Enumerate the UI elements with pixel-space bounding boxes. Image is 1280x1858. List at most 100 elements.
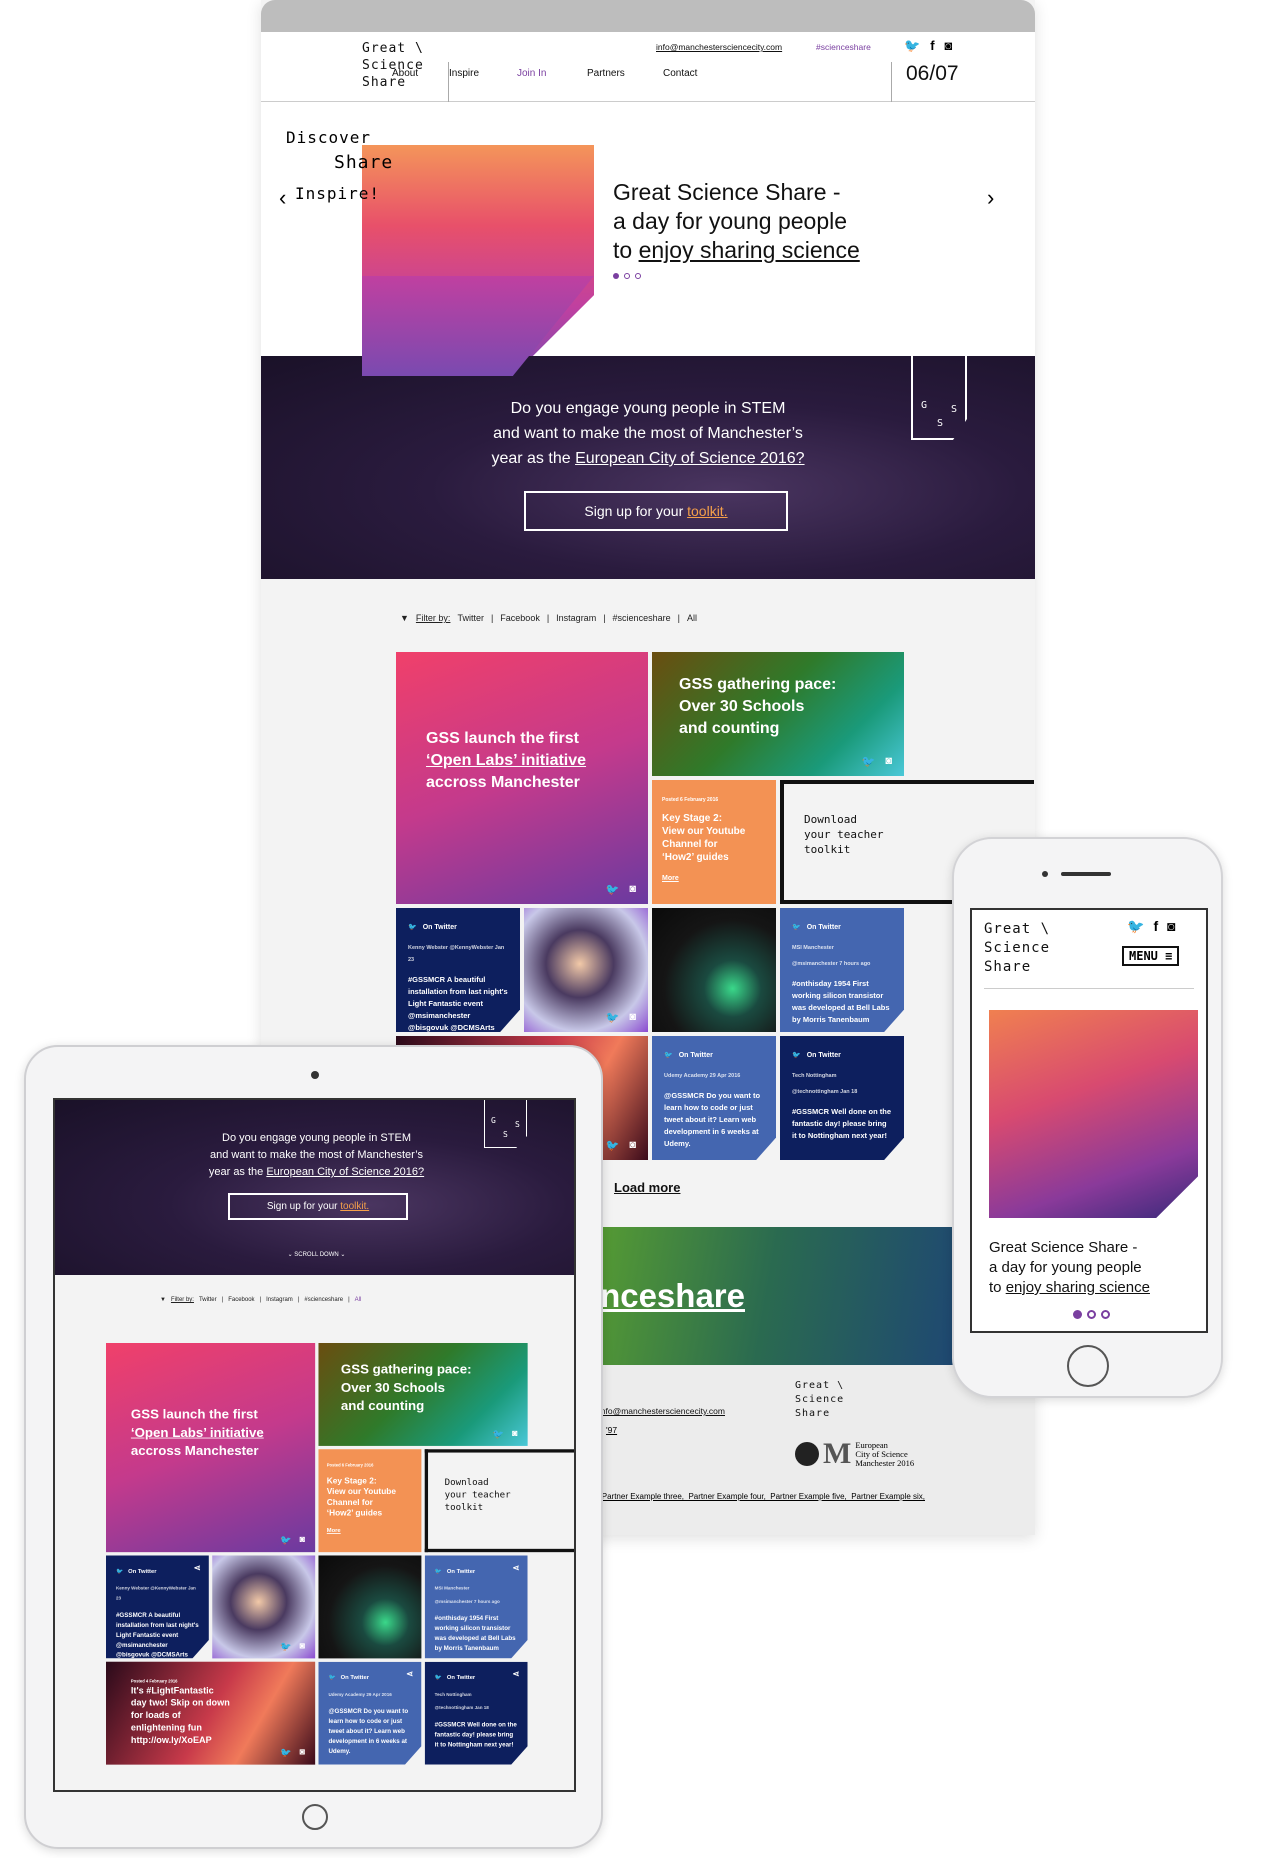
filter-all[interactable]: All bbox=[355, 1297, 362, 1303]
twitter-icon[interactable]: 🐦 bbox=[280, 1641, 291, 1652]
carousel-dot[interactable] bbox=[1087, 1310, 1096, 1319]
tablet-home-button[interactable] bbox=[302, 1804, 328, 1830]
tile-photo[interactable]: 🐦 ◙ bbox=[212, 1555, 316, 1659]
hero-title-link[interactable]: enjoy sharing science bbox=[639, 237, 860, 263]
tile-photo[interactable]: GSS gathering pace: Over 30 Schools and co… bbox=[652, 652, 904, 776]
tile-title-line: GSS gathering pace: bbox=[340, 1362, 472, 1378]
twitter-icon[interactable]: 🐦 bbox=[280, 1535, 291, 1546]
tile-tweet[interactable]: 🐦 On Twitter ⋖ Kenny Webster @KennyWebster … bbox=[106, 1555, 209, 1659]
tile-photo[interactable]: GSS launch the first ‘Open Labs’ initiati… bbox=[396, 652, 648, 904]
twitter-icon[interactable]: 🐦 bbox=[1127, 918, 1144, 935]
instagram-icon[interactable]: ◙ bbox=[629, 883, 636, 896]
tile-tweet[interactable]: 🐦 On Twitter ⋖ Udemy Academy 29 Apr 2016 @GS… bbox=[318, 1661, 422, 1765]
tile-photo[interactable]: Posted 4 February 2016It's #LightFantast… bbox=[106, 1661, 316, 1765]
instagram-icon[interactable]: ◙ bbox=[512, 1428, 518, 1439]
download-line: Download bbox=[804, 813, 857, 826]
carousel-dot[interactable] bbox=[624, 273, 630, 279]
carousel-dot[interactable] bbox=[1101, 1310, 1110, 1319]
tile-tweet[interactable]: 🐦 On Twitter Kenny Webster @KennyWebster J… bbox=[396, 908, 520, 1032]
instagram-icon[interactable]: ◙ bbox=[945, 38, 953, 54]
instagram-icon[interactable]: ◙ bbox=[629, 1011, 636, 1024]
tile-photo[interactable] bbox=[652, 908, 776, 1032]
ecos-link[interactable]: European City of Science 2016? bbox=[266, 1166, 424, 1178]
filter-facebook[interactable]: Facebook bbox=[228, 1297, 254, 1303]
prev-arrow-icon[interactable]: ‹ bbox=[279, 185, 286, 211]
filter-hashtag[interactable]: #scienceshare bbox=[613, 613, 671, 623]
twitter-icon[interactable]: 🐦 bbox=[862, 755, 876, 768]
tile-photo[interactable]: GSS launch the first ‘Open Labs’ initiati… bbox=[106, 1343, 316, 1553]
facebook-icon[interactable]: f bbox=[1153, 918, 1158, 935]
hero-title-link[interactable]: enjoy sharing science bbox=[1006, 1279, 1150, 1296]
menu-button[interactable]: MENU ≡ bbox=[1122, 946, 1180, 966]
post-date: Posted 6 February 2016 bbox=[662, 797, 719, 803]
tile-download[interactable]: Download your teacher toolkit bbox=[424, 1449, 574, 1553]
site-logo[interactable]: Great \ Science Share bbox=[362, 40, 424, 91]
tile-tweet[interactable]: 🐦 On Twitter ⋖ MSI Manchester @msimanchester… bbox=[424, 1555, 528, 1659]
share-icon[interactable]: ⋖ bbox=[406, 1670, 413, 1680]
carousel-dot[interactable] bbox=[635, 273, 641, 279]
nav-inspire[interactable]: Inspire bbox=[449, 68, 479, 79]
tile-tweet[interactable]: 🐦 On Twitter MSI Manchester @msimanchester … bbox=[780, 908, 904, 1032]
ecos-link[interactable]: European City of Science 2016? bbox=[575, 450, 804, 467]
tile-tweet[interactable]: 🐦 On Twitter Udemy Academy 29 Apr 2016 @GSS… bbox=[652, 1036, 776, 1160]
toolkit-link[interactable]: toolkit. bbox=[340, 1201, 369, 1212]
facebook-icon[interactable]: f bbox=[930, 38, 934, 54]
toolkit-link[interactable]: toolkit. bbox=[687, 503, 727, 519]
nav-about[interactable]: About bbox=[392, 68, 418, 79]
partner-links[interactable]: Partner Example three, Partner Example f… bbox=[602, 1492, 925, 1501]
filter-hashtag[interactable]: #scienceshare bbox=[304, 1297, 343, 1303]
filter-instagram[interactable]: Instagram bbox=[556, 613, 596, 623]
tile-post[interactable]: Posted 6 February 2016 Key Stage 2: View o… bbox=[318, 1449, 422, 1553]
instagram-icon[interactable]: ◙ bbox=[885, 755, 892, 768]
filter-instagram[interactable]: Instagram bbox=[266, 1297, 293, 1303]
share-icon[interactable]: ⋖ bbox=[512, 1564, 519, 1574]
filter-facebook[interactable]: Facebook bbox=[500, 613, 540, 623]
twitter-icon[interactable]: 🐦 bbox=[606, 883, 620, 896]
phone-home-button[interactable] bbox=[1067, 1345, 1109, 1387]
more-link[interactable]: More bbox=[662, 872, 745, 885]
tile-tweet[interactable]: 🐦 On Twitter Tech Nottingham @technottingha… bbox=[780, 1036, 904, 1160]
twitter-icon[interactable]: 🐦 bbox=[280, 1747, 291, 1758]
filter-twitter[interactable]: Twitter bbox=[199, 1297, 217, 1303]
filter-all[interactable]: All bbox=[687, 613, 697, 623]
footer-email-link[interactable]: info@manchestersciencecity.com bbox=[599, 1406, 725, 1416]
filter-twitter[interactable]: Twitter bbox=[457, 613, 484, 623]
nav-partners[interactable]: Partners bbox=[587, 68, 625, 79]
twitter-icon[interactable]: 🐦 bbox=[606, 1011, 620, 1024]
email-link[interactable]: info@manchestersciencecity.com bbox=[656, 42, 782, 52]
tile-title: GSS gathering pace: Over 30 Schools and co… bbox=[341, 1361, 472, 1416]
phone-speaker bbox=[1061, 872, 1111, 876]
tile-post[interactable]: Posted 6 February 2016 Key Stage 2: View o… bbox=[652, 780, 776, 904]
next-arrow-icon[interactable]: › bbox=[987, 185, 994, 211]
tile-tweet[interactable]: 🐦 On Twitter ⋖ Tech Nottingham @technottingh… bbox=[424, 1661, 528, 1765]
twitter-icon[interactable]: 🐦 bbox=[606, 1139, 620, 1152]
more-link[interactable]: More bbox=[327, 1526, 396, 1537]
signup-toolkit-button[interactable]: Sign up for your toolkit. bbox=[228, 1193, 408, 1220]
tile-photo[interactable]: 🐦 ◙ bbox=[524, 908, 648, 1032]
carousel-dot-active[interactable] bbox=[1073, 1310, 1082, 1319]
tile-photo[interactable] bbox=[318, 1555, 422, 1659]
hashtag-link[interactable]: #scienceshare bbox=[816, 42, 871, 52]
carousel-dot-active[interactable] bbox=[613, 273, 619, 279]
nav-join-in[interactable]: Join In bbox=[517, 68, 546, 79]
instagram-icon[interactable]: ◙ bbox=[300, 1747, 306, 1758]
tile-photo[interactable]: GSS gathering pace: Over 30 Schools and co… bbox=[318, 1343, 528, 1446]
tile-title-line: GSS launch the first bbox=[130, 1407, 258, 1422]
share-icon[interactable]: ⋖ bbox=[512, 1670, 519, 1680]
tweet-body: @GSSMCR Do you want to learn how to code… bbox=[328, 1707, 409, 1755]
instagram-icon[interactable]: ◙ bbox=[300, 1641, 306, 1652]
nav-contact[interactable]: Contact bbox=[663, 68, 697, 79]
instagram-icon[interactable]: ◙ bbox=[1167, 918, 1175, 935]
twitter-icon[interactable]: 🐦 bbox=[492, 1428, 503, 1439]
twitter-icon: 🐦 bbox=[792, 1052, 801, 1059]
share-icon[interactable]: ⋖ bbox=[194, 1564, 201, 1574]
logo-line: Share bbox=[984, 959, 1032, 975]
instagram-icon[interactable]: ◙ bbox=[629, 1139, 636, 1152]
load-more-link[interactable]: Load more bbox=[614, 1180, 680, 1195]
site-logo[interactable]: Great \ Science Share bbox=[984, 920, 1050, 977]
twitter-icon[interactable]: 🐦 bbox=[904, 38, 920, 54]
instagram-icon[interactable]: ◙ bbox=[300, 1535, 306, 1546]
scroll-down-link[interactable]: ⌄ SCROLL DOWN ⌄ bbox=[55, 1251, 574, 1258]
tile-title-line: ‘Open Labs’ initiative bbox=[426, 752, 587, 769]
signup-toolkit-button[interactable]: Sign up for your toolkit. bbox=[524, 491, 788, 531]
